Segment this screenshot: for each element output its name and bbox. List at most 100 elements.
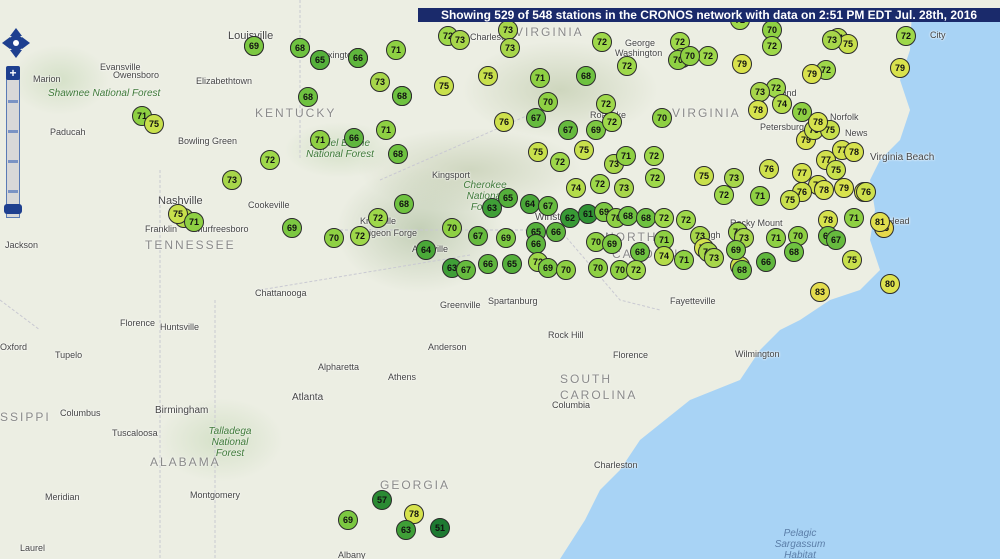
station-marker[interactable]: 67 [456, 260, 476, 280]
station-marker[interactable]: 75 [144, 114, 164, 134]
station-marker[interactable]: 70 [442, 218, 462, 238]
station-marker[interactable]: 69 [496, 228, 516, 248]
station-marker[interactable]: 75 [434, 76, 454, 96]
station-marker[interactable]: 73 [498, 20, 518, 40]
station-marker[interactable]: 71 [844, 208, 864, 228]
station-marker[interactable]: 73 [750, 82, 770, 102]
station-marker[interactable]: 78 [808, 112, 828, 132]
station-marker[interactable]: 65 [498, 188, 518, 208]
station-marker[interactable]: 66 [478, 254, 498, 274]
station-marker[interactable]: 74 [654, 246, 674, 266]
station-marker[interactable]: 65 [502, 254, 522, 274]
station-marker[interactable]: 72 [350, 226, 370, 246]
station-marker[interactable]: 78 [748, 100, 768, 120]
station-marker[interactable]: 70 [556, 260, 576, 280]
zoom-thumb[interactable] [4, 204, 22, 214]
station-marker[interactable]: 71 [616, 146, 636, 166]
station-marker[interactable]: 70 [680, 46, 700, 66]
station-marker[interactable]: 67 [526, 108, 546, 128]
station-marker[interactable]: 68 [298, 87, 318, 107]
station-marker[interactable]: 70 [588, 258, 608, 278]
station-marker[interactable]: 57 [372, 490, 392, 510]
station-marker[interactable]: 68 [576, 66, 596, 86]
station-marker[interactable]: 72 [590, 174, 610, 194]
station-marker[interactable]: 79 [890, 58, 910, 78]
station-marker[interactable]: 72 [368, 208, 388, 228]
station-marker[interactable]: 75 [528, 142, 548, 162]
station-marker[interactable]: 72 [714, 185, 734, 205]
station-marker[interactable]: 68 [394, 194, 414, 214]
station-marker[interactable]: 71 [376, 120, 396, 140]
station-marker[interactable]: 72 [550, 152, 570, 172]
station-marker[interactable]: 72 [644, 146, 664, 166]
station-marker[interactable]: 71 [386, 40, 406, 60]
station-marker[interactable]: 80 [880, 274, 900, 294]
station-marker[interactable]: 51 [430, 518, 450, 538]
station-marker[interactable]: 76 [856, 182, 876, 202]
station-marker[interactable]: 72 [654, 208, 674, 228]
station-marker[interactable]: 71 [530, 68, 550, 88]
station-marker[interactable]: 72 [645, 168, 665, 188]
station-marker[interactable]: 71 [674, 250, 694, 270]
station-marker[interactable]: 79 [834, 178, 854, 198]
station-marker[interactable]: 76 [494, 112, 514, 132]
station-marker[interactable]: 75 [694, 166, 714, 186]
station-marker[interactable]: 78 [844, 142, 864, 162]
station-marker[interactable]: 75 [826, 160, 846, 180]
station-marker[interactable]: 69 [244, 36, 264, 56]
station-marker[interactable]: 81 [870, 212, 890, 232]
station-marker[interactable]: 68 [784, 242, 804, 262]
station-marker[interactable]: 73 [450, 30, 470, 50]
station-marker[interactable]: 67 [558, 120, 578, 140]
station-marker[interactable]: 71 [750, 186, 770, 206]
station-marker[interactable]: 67 [826, 230, 846, 250]
station-marker[interactable]: 70 [324, 228, 344, 248]
station-marker[interactable]: 72 [698, 46, 718, 66]
station-marker[interactable]: 76 [759, 159, 779, 179]
station-marker[interactable]: 79 [732, 54, 752, 74]
station-marker[interactable]: 69 [538, 258, 558, 278]
station-marker[interactable]: 75 [574, 140, 594, 160]
station-marker[interactable]: 72 [626, 260, 646, 280]
station-marker[interactable]: 73 [500, 38, 520, 58]
station-marker[interactable]: 68 [618, 206, 638, 226]
station-marker[interactable]: 74 [566, 178, 586, 198]
station-marker[interactable]: 72 [592, 32, 612, 52]
station-marker[interactable]: 69 [338, 510, 358, 530]
station-marker[interactable]: 64 [416, 240, 436, 260]
station-marker[interactable]: 68 [630, 242, 650, 262]
zoom-in-button[interactable]: + [6, 66, 20, 80]
station-marker[interactable]: 71 [766, 228, 786, 248]
station-marker[interactable]: 64 [520, 194, 540, 214]
station-marker[interactable]: 62 [560, 208, 580, 228]
station-marker[interactable]: 71 [184, 212, 204, 232]
pan-arrows-icon[interactable] [2, 28, 30, 58]
station-marker[interactable]: 68 [388, 144, 408, 164]
station-marker[interactable]: 72 [596, 94, 616, 114]
station-marker[interactable]: 70 [652, 108, 672, 128]
station-marker[interactable]: 69 [602, 234, 622, 254]
station-marker[interactable]: 66 [526, 234, 546, 254]
station-marker[interactable]: 63 [396, 520, 416, 540]
map[interactable]: KENTUCKY VIRGINIA VIRGINIA TENNESSEE NOR… [0, 0, 1000, 559]
station-marker[interactable]: 69 [726, 240, 746, 260]
station-marker[interactable]: 66 [756, 252, 776, 272]
station-marker[interactable]: 67 [538, 196, 558, 216]
station-marker[interactable]: 66 [348, 48, 368, 68]
station-marker[interactable]: 65 [310, 50, 330, 70]
station-marker[interactable]: 74 [772, 94, 792, 114]
station-marker[interactable]: 72 [602, 112, 622, 132]
station-marker[interactable]: 68 [290, 38, 310, 58]
station-marker[interactable]: 66 [344, 128, 364, 148]
station-marker[interactable]: 75 [780, 190, 800, 210]
station-marker[interactable]: 83 [810, 282, 830, 302]
station-marker[interactable]: 72 [617, 56, 637, 76]
station-marker[interactable]: 73 [822, 30, 842, 50]
station-marker[interactable]: 71 [310, 130, 330, 150]
station-marker[interactable]: 72 [896, 26, 916, 46]
station-marker[interactable]: 73 [370, 72, 390, 92]
station-marker[interactable]: 79 [802, 64, 822, 84]
station-marker[interactable]: 73 [614, 178, 634, 198]
station-marker[interactable]: 67 [468, 226, 488, 246]
station-marker[interactable]: 72 [762, 36, 782, 56]
